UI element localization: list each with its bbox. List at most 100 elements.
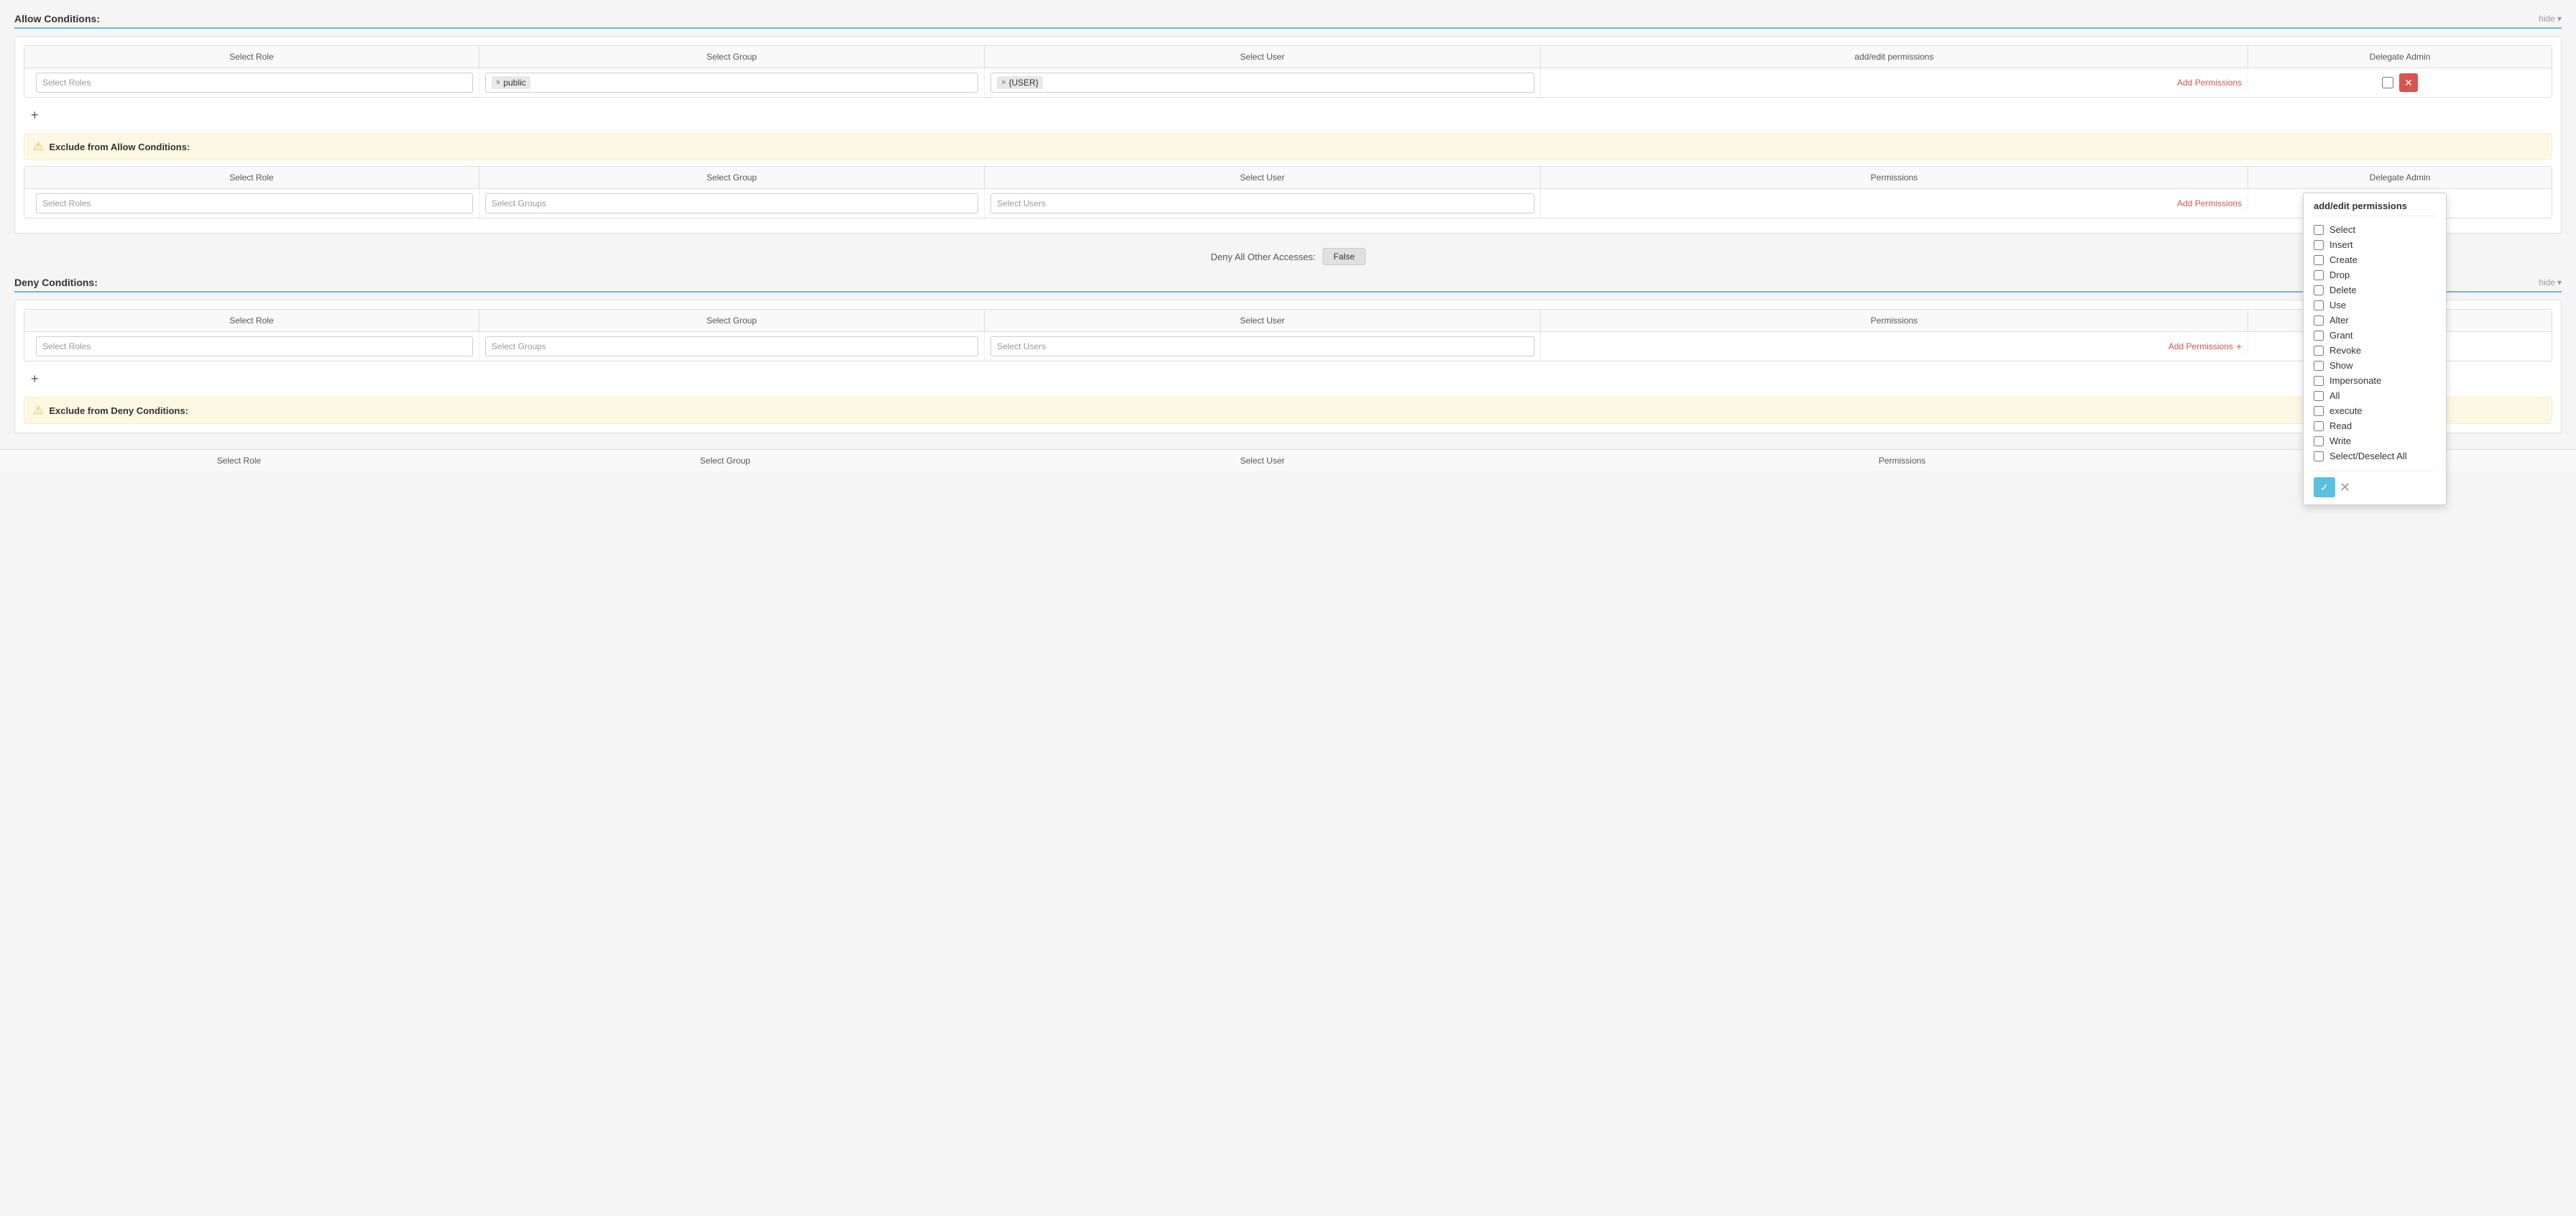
exclude-allow-col-role: Select Role — [24, 167, 479, 188]
allow-col-group: Select Group — [479, 46, 985, 68]
deny-conditions-hide[interactable]: hide ▾ — [2539, 277, 2562, 287]
perm-impersonate-item: Impersonate — [2314, 373, 2436, 388]
deny-user-select[interactable]: Select Users — [990, 336, 1535, 356]
perm-grant-label: Grant — [2329, 330, 2353, 341]
allow-col-delegate: Delegate Admin — [2248, 46, 2552, 68]
excl-allow-user-cell: Select Users — [985, 189, 1541, 218]
perm-use-item: Use — [2314, 298, 2436, 313]
perm-impersonate-label: Impersonate — [2329, 375, 2381, 386]
exclude-allow-col-group: Select Group — [479, 167, 985, 188]
deny-user-cell: Select Users — [985, 332, 1541, 361]
perm-select-deselect-all-label: Select/Deselect All — [2329, 451, 2407, 461]
exclude-allow-title: Exclude from Allow Conditions: — [49, 142, 190, 152]
allow-group-select[interactable]: × public — [485, 73, 978, 93]
perm-delete-item: Delete — [2314, 282, 2436, 298]
perm-read-label: Read — [2329, 420, 2352, 431]
perm-delete-label: Delete — [2329, 285, 2357, 295]
deny-role-cell: ⋮ Select Roles — [24, 332, 479, 361]
perm-select-checkbox[interactable] — [2314, 225, 2324, 235]
bottom-col-group: Select Group — [469, 456, 981, 466]
excl-allow-group-select[interactable]: Select Groups — [485, 193, 978, 213]
perm-insert-item: Insert — [2314, 237, 2436, 252]
allow-conditions-box: Select Role Select Group Select User add… — [14, 36, 2562, 234]
perm-create-label: Create — [2329, 254, 2358, 265]
deny-add-permissions-link[interactable]: Add Permissions + — [2168, 341, 2242, 352]
perm-use-checkbox[interactable] — [2314, 300, 2324, 310]
deny-drag-handle[interactable]: ⋮ — [30, 339, 36, 354]
perm-delete-checkbox[interactable] — [2314, 285, 2324, 295]
perm-alter-item: Alter — [2314, 313, 2436, 328]
allow-delete-row-btn[interactable]: ✕ — [2399, 73, 2418, 92]
allow-role-select[interactable]: Select Roles — [36, 73, 473, 93]
tag-remove-public[interactable]: × — [496, 78, 500, 87]
tag-remove-user[interactable]: × — [1001, 78, 1006, 87]
deny-col-role: Select Role — [24, 310, 479, 331]
perm-insert-checkbox[interactable] — [2314, 240, 2324, 250]
perm-revoke-checkbox[interactable] — [2314, 346, 2324, 356]
perm-alter-checkbox[interactable] — [2314, 315, 2324, 326]
exclude-allow-col-permissions: Permissions — [1541, 167, 2249, 188]
exclude-allow-table: Select Role Select Group Select User Per… — [24, 166, 2552, 218]
deny-permissions-cell: Add Permissions + — [1541, 336, 2249, 356]
deny-all-toggle[interactable]: False — [1322, 248, 1365, 265]
popup-actions: ✓ ✕ — [2314, 471, 2436, 497]
perm-alter-label: Alter — [2329, 315, 2349, 326]
deny-conditions-header: Deny Conditions: hide ▾ — [14, 271, 2562, 293]
popup-title: add/edit permissions — [2314, 201, 2436, 216]
perm-insert-label: Insert — [2329, 239, 2353, 250]
allow-permissions-cell: Add Permissions — [1541, 73, 2249, 92]
popup-cancel-btn[interactable]: ✕ — [2340, 477, 2350, 497]
deny-col-group: Select Group — [479, 310, 985, 331]
deny-col-permissions: Permissions — [1541, 310, 2249, 331]
bottom-col-role: Select Role — [9, 456, 469, 466]
perm-grant-item: Grant — [2314, 328, 2436, 343]
perm-all-label: All — [2329, 390, 2340, 401]
perm-read-checkbox[interactable] — [2314, 421, 2324, 431]
exclude-deny-icon: ⚠ — [33, 403, 43, 418]
public-tag: × public — [492, 76, 530, 89]
perm-execute-checkbox[interactable] — [2314, 406, 2324, 416]
allow-col-role: Select Role — [24, 46, 479, 68]
user-tag: × {USER} — [997, 76, 1043, 89]
perm-select-deselect-all-checkbox[interactable] — [2314, 451, 2324, 461]
deny-all-label: Deny All Other Accesses: — [1210, 252, 1315, 262]
perm-write-checkbox[interactable] — [2314, 436, 2324, 446]
excl-allow-role-select[interactable]: Select Roles — [36, 193, 473, 213]
perm-select-label: Select — [2329, 224, 2355, 235]
deny-group-select[interactable]: Select Groups — [485, 336, 978, 356]
exclude-allow-icon: ⚠ — [33, 139, 43, 154]
deny-role-select[interactable]: Select Roles — [36, 336, 473, 356]
perm-all-checkbox[interactable] — [2314, 391, 2324, 401]
excl-drag-handle[interactable]: ⋮ — [30, 196, 36, 211]
allow-conditions-title: Allow Conditions: — [14, 13, 100, 24]
perm-show-checkbox[interactable] — [2314, 361, 2324, 371]
deny-table-row: ⋮ Select Roles Select Groups Select User… — [24, 332, 2552, 361]
exclude-deny-title: Exclude from Deny Conditions: — [49, 405, 188, 416]
perm-impersonate-checkbox[interactable] — [2314, 376, 2324, 386]
perm-drop-checkbox[interactable] — [2314, 270, 2324, 280]
exclude-allow-row: ⋮ Select Roles Select Groups Select User… — [24, 189, 2552, 218]
drag-handle[interactable]: ⋮ — [30, 75, 36, 90]
allow-user-select[interactable]: × {USER} — [990, 73, 1535, 93]
perm-grant-checkbox[interactable] — [2314, 331, 2324, 341]
perm-read-item: Read — [2314, 418, 2436, 433]
allow-user-cell: × {USER} — [985, 68, 1541, 97]
allow-add-row-btn[interactable]: + — [24, 103, 46, 127]
permissions-popup: add/edit permissions Select Insert Creat… — [2303, 193, 2447, 505]
deny-add-row-btn[interactable]: + — [24, 367, 46, 391]
perm-execute-item: execute — [2314, 403, 2436, 418]
allow-conditions-table: Select Role Select Group Select User add… — [24, 45, 2552, 98]
allow-conditions-hide[interactable]: hide ▾ — [2539, 14, 2562, 24]
allow-delegate-checkbox[interactable] — [2382, 77, 2393, 88]
popup-confirm-btn[interactable]: ✓ — [2314, 477, 2335, 497]
excl-allow-user-select[interactable]: Select Users — [990, 193, 1535, 213]
excl-allow-role-cell: ⋮ Select Roles — [24, 189, 479, 218]
allow-role-cell: ⋮ Select Roles — [24, 68, 479, 97]
perm-create-checkbox[interactable] — [2314, 255, 2324, 265]
exclude-allow-header: Select Role Select Group Select User Per… — [24, 167, 2552, 189]
excl-allow-add-permissions-link[interactable]: Add Permissions — [2177, 198, 2242, 208]
perm-show-item: Show — [2314, 358, 2436, 373]
allow-add-permissions-link[interactable]: Add Permissions — [2177, 78, 2242, 88]
allow-conditions-header: Allow Conditions: hide ▾ — [14, 7, 2562, 29]
perm-drop-label: Drop — [2329, 270, 2350, 280]
